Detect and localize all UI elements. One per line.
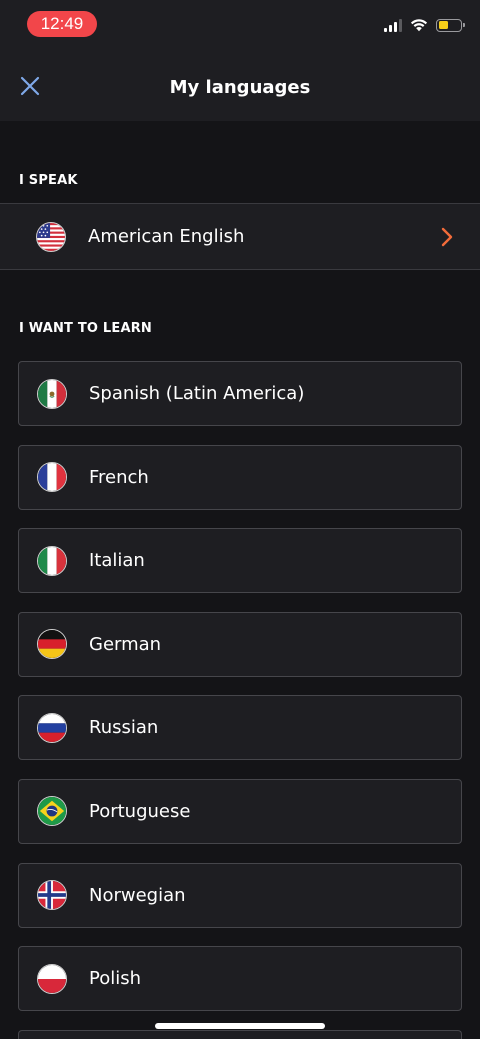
- learn-section-label: I WANT TO LEARN: [19, 321, 153, 336]
- status-time: 12:49: [27, 11, 97, 37]
- learn-language-item-partial[interactable]: [18, 1029, 462, 1039]
- france-flag-icon: [37, 462, 67, 493]
- learn-language-item-russian[interactable]: Russian: [18, 695, 462, 761]
- learn-language-name: Spanish (Latin America): [89, 383, 305, 404]
- learn-language-list: Spanish (Latin America) French Italian G…: [18, 361, 462, 1039]
- learn-language-item-spanish[interactable]: Spanish (Latin America): [18, 361, 462, 426]
- learn-language-name: French: [89, 466, 149, 488]
- us-flag-icon: [36, 221, 66, 252]
- speak-section-label: I SPEAK: [19, 173, 78, 188]
- page-title: My languages: [169, 77, 311, 98]
- learn-language-name: Norwegian: [89, 884, 186, 906]
- status-icons: [384, 17, 465, 33]
- learn-language-item-polish[interactable]: Polish: [18, 946, 462, 1012]
- cellular-signal-icon: [384, 18, 402, 32]
- learn-language-name: Polish: [89, 968, 142, 990]
- germany-flag-icon: [37, 629, 67, 660]
- learn-language-name: Russian: [89, 717, 159, 739]
- italy-flag-icon: [37, 545, 67, 576]
- speak-language-row[interactable]: American English: [0, 203, 480, 270]
- wifi-icon: [410, 19, 428, 32]
- learn-language-name: Italian: [89, 550, 145, 572]
- battery-icon: [436, 18, 465, 32]
- brazil-flag-icon: [37, 796, 67, 827]
- learn-language-name: German: [89, 633, 162, 655]
- poland-flag-icon: [37, 963, 67, 994]
- learn-language-item-italian[interactable]: Italian: [18, 528, 462, 594]
- learn-language-item-norwegian[interactable]: Norwegian: [18, 862, 462, 928]
- nav-bar: My languages: [0, 48, 480, 121]
- norway-flag-icon: [37, 880, 67, 911]
- russia-flag-icon: [37, 712, 67, 743]
- mexico-flag-icon: [37, 378, 67, 409]
- learn-language-item-portuguese[interactable]: Portuguese: [18, 778, 462, 844]
- learn-language-item-french[interactable]: French: [18, 444, 462, 510]
- status-bar: 12:49: [0, 0, 480, 48]
- speak-language-name: American English: [88, 226, 245, 247]
- learn-language-name: Portuguese: [89, 800, 191, 822]
- learn-language-item-german[interactable]: German: [18, 611, 462, 677]
- home-indicator: [155, 1023, 325, 1029]
- chevron-right-icon: [441, 227, 453, 247]
